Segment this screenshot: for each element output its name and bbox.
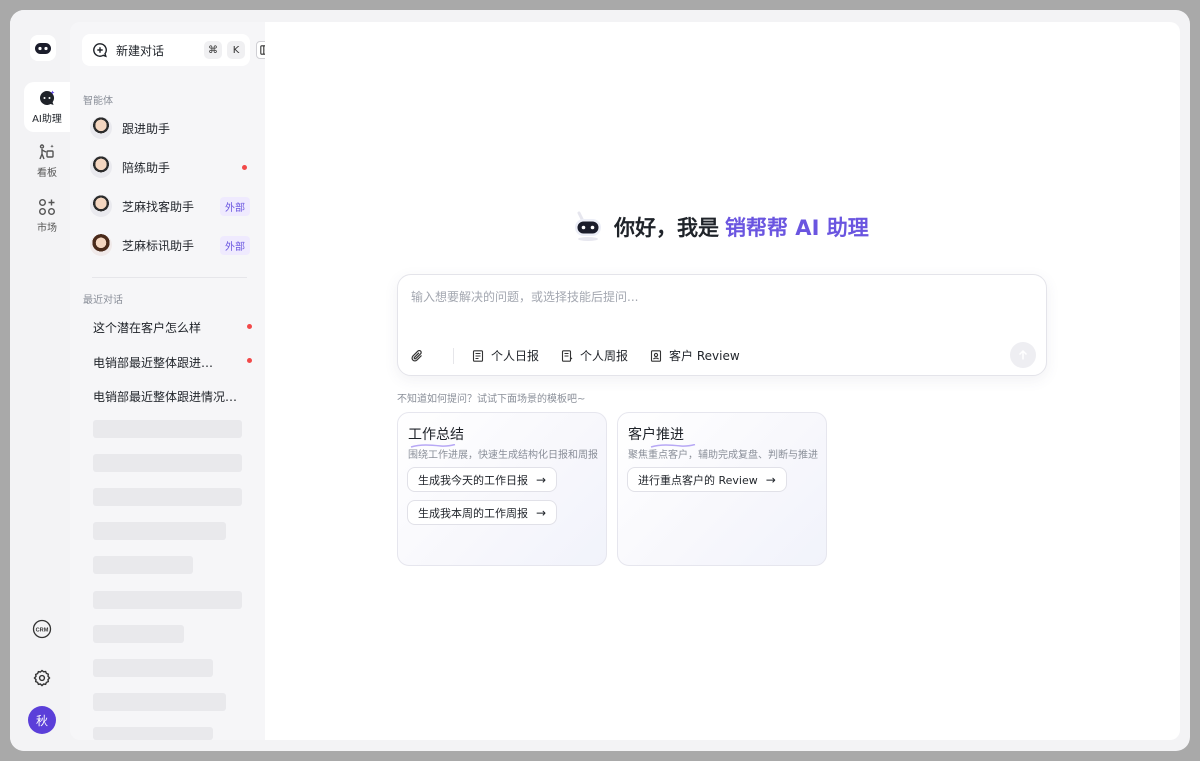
rail-item-dashboard[interactable]: 看板: [24, 136, 70, 186]
unread-dot: [242, 165, 247, 170]
sidebar-divider: [92, 277, 247, 278]
agent-avatar: [90, 234, 112, 256]
loading-placeholder: [93, 591, 242, 609]
external-badge: 外部: [220, 235, 250, 255]
conversation-item[interactable]: 电销部最近整体跟进情况如…: [93, 388, 243, 405]
recent-section-title: 最近对话: [83, 295, 123, 306]
skill-daily-report[interactable]: 个人日报: [472, 347, 539, 364]
shortcut-k-key: K: [227, 41, 245, 59]
left-rail: AI助理 看板 市场 CRM 秋: [10, 10, 70, 751]
loading-placeholder: [93, 556, 193, 574]
crm-icon: CRM: [32, 619, 52, 639]
agent-item[interactable]: 陪练助手: [90, 152, 250, 182]
loading-placeholder: [93, 727, 213, 740]
mascot-icon: [575, 211, 601, 241]
agent-name: 芝麻标讯助手: [122, 238, 195, 253]
unread-dot: [247, 358, 252, 363]
app-window: AI助理 看板 市场 CRM 秋 新建对话 ⌘ K 智能体 跟进助手 陪练助手 …: [10, 10, 1190, 751]
toolbar-divider: [453, 347, 454, 364]
agent-name: 陪练助手: [122, 160, 171, 175]
unread-dot: [247, 324, 252, 329]
prompt-label: 进行重点客户的 Review: [638, 473, 758, 487]
loading-placeholder: [93, 625, 184, 643]
contact-card-icon: [650, 349, 662, 362]
card-description: 围绕工作进展，快速生成结构化日报和周报: [408, 450, 598, 461]
arrow-right-icon: →: [765, 472, 776, 487]
rail-item-market[interactable]: 市场: [24, 191, 70, 241]
report-icon: [561, 349, 573, 362]
template-hint: 不知道如何提问？试试下面场景的模板吧~: [397, 394, 586, 405]
skill-label: 个人周报: [580, 349, 629, 363]
loading-placeholder: [93, 522, 226, 540]
app-logo-icon[interactable]: [26, 31, 60, 65]
greeting-heading: 你好，我是 销帮帮 AI 助理: [570, 207, 869, 247]
agent-avatar: [90, 156, 112, 178]
document-icon: [472, 349, 484, 362]
apps-icon: [39, 199, 55, 215]
agent-item[interactable]: 芝麻找客助手 外部: [90, 191, 250, 221]
chat-ai-icon: [39, 90, 55, 105]
card-title: 客户推进: [628, 427, 684, 443]
shortcut-cmd-key: ⌘: [204, 41, 222, 59]
composer-toolbar: 个人日报 个人周报 客户 Review: [410, 347, 762, 364]
send-button[interactable]: [1010, 342, 1036, 368]
agent-name: 芝麻找客助手: [122, 199, 195, 214]
agent-item[interactable]: 跟进助手: [90, 113, 250, 143]
rail-item-label: 市场: [37, 223, 57, 234]
question-input[interactable]: 输入想要解决的问题，或选择技能后提问...: [411, 288, 638, 305]
brand-name: 销帮帮 AI 助理: [725, 216, 869, 240]
new-chat-label: 新建对话: [116, 43, 165, 58]
new-chat-button[interactable]: 新建对话 ⌘ K: [82, 34, 250, 66]
attach-button[interactable]: [410, 349, 431, 363]
agent-name: 跟进助手: [122, 121, 171, 136]
rail-item-label: 看板: [37, 168, 57, 179]
conversation-item[interactable]: 电销部最近整体跟进情…: [93, 354, 221, 371]
agents-section-title: 智能体: [83, 96, 113, 107]
new-chat-icon: [93, 43, 107, 58]
svg-text:CRM: CRM: [36, 627, 49, 633]
prompt-label: 生成我今天的工作日报: [418, 473, 528, 487]
skill-label: 个人日报: [491, 349, 540, 363]
card-title: 工作总结: [408, 427, 464, 443]
template-card-customer-progress: 客户推进 聚焦重点客户，辅助完成复盘、判断与推进 进行重点客户的 Review →: [617, 412, 827, 566]
skill-label: 客户 Review: [669, 349, 740, 363]
prompt-label: 生成我本周的工作周报: [418, 506, 528, 520]
skill-customer-review[interactable]: 客户 Review: [650, 347, 740, 364]
greeting-text: 你好，我是: [614, 216, 719, 240]
loading-placeholder: [93, 488, 242, 506]
chat-composer[interactable]: 输入想要解决的问题，或选择技能后提问... 个人日报 个人周报 客户 Revie…: [397, 274, 1047, 376]
gear-icon: [33, 669, 51, 687]
sidebar: 新建对话 ⌘ K 智能体 跟进助手 陪练助手 芝麻找客助手 外部 芝麻标讯助手: [70, 22, 274, 740]
external-badge: 外部: [220, 196, 250, 216]
template-prompt-button[interactable]: 进行重点客户的 Review →: [627, 467, 787, 492]
agent-avatar: [90, 117, 112, 139]
crm-button[interactable]: CRM: [28, 615, 56, 643]
main-panel: 你好，我是 销帮帮 AI 助理 输入想要解决的问题，或选择技能后提问... 个人…: [265, 22, 1180, 740]
arrow-right-icon: →: [536, 472, 547, 487]
template-prompt-button[interactable]: 生成我本周的工作周报 →: [407, 500, 558, 525]
template-prompt-button[interactable]: 生成我今天的工作日报 →: [407, 467, 558, 492]
loading-placeholder: [93, 420, 242, 438]
template-card-work-summary: 工作总结 围绕工作进展，快速生成结构化日报和周报 生成我今天的工作日报 → 生成我…: [397, 412, 607, 566]
settings-button[interactable]: [28, 664, 56, 692]
rail-item-ai-assistant[interactable]: AI助理: [24, 82, 70, 132]
arrow-up-icon: [1018, 349, 1028, 360]
skill-weekly-report[interactable]: 个人周报: [561, 347, 628, 364]
loading-placeholder: [93, 454, 242, 472]
paperclip-icon: [411, 349, 422, 362]
loading-placeholder: [93, 693, 226, 711]
loading-placeholder: [93, 659, 213, 677]
arrow-right-icon: →: [536, 505, 547, 520]
card-description: 聚焦重点客户，辅助完成复盘、判断与推进: [628, 450, 818, 461]
rail-item-label: AI助理: [32, 114, 62, 125]
agent-item[interactable]: 芝麻标讯助手 外部: [90, 230, 250, 260]
conversation-item[interactable]: 这个潜在客户怎么样: [93, 319, 243, 336]
agent-avatar: [90, 195, 112, 217]
dashboard-icon: [39, 144, 54, 160]
user-avatar[interactable]: 秋: [28, 706, 56, 734]
